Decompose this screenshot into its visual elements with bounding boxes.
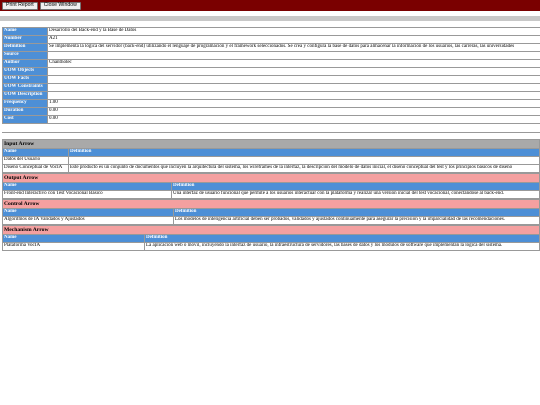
detail-label: Source [2, 51, 48, 60]
input-col-definition: Definition [67, 148, 540, 157]
activity-details-table: Name Desarrollo del Back-end y la Base de… [2, 27, 540, 124]
detail-row: Name Desarrollo del Back-end y la Base de… [2, 27, 540, 36]
input-arrow-title: Input Arrow [1, 139, 540, 149]
control-col-name: Name [2, 208, 174, 217]
detail-value: 0.00 [47, 107, 540, 116]
detail-value [47, 51, 540, 60]
input-row-definition: Este producto es un conjunto de document… [67, 164, 540, 173]
detail-label: Author [2, 59, 48, 68]
detail-value: 1.00 [47, 99, 540, 108]
table-row: Algoritmos de IA Validados y Ajustados L… [2, 216, 540, 225]
output-arrow-table: Output Arrow Name Definition Front-end I… [2, 173, 540, 199]
detail-value: Se implementa la lógica del servidor (ba… [47, 43, 540, 52]
detail-label: Duration [2, 107, 48, 116]
top-toolbar: Print Report Close Window [0, 0, 540, 11]
detail-value [47, 75, 540, 84]
detail-row: UOW Objects [2, 67, 540, 76]
detail-row: Number A21 [2, 35, 540, 44]
mechanism-arrow-title: Mechanism Arrow [2, 225, 540, 235]
output-col-name: Name [2, 182, 172, 191]
table-row: Plataforma VocIA La aplicación web o móv… [2, 242, 540, 251]
control-arrow-title: Control Arrow [2, 199, 540, 209]
detail-row: Source [2, 51, 540, 60]
table-row: Diseño Conceptual de VocIA Este producto… [2, 164, 540, 173]
output-row-name: Front-end Interactivo con Test Vocaciona… [2, 190, 172, 199]
output-col-definition: Definition [171, 182, 540, 191]
control-row-definition: Los modelos de inteligencia artificial d… [173, 216, 540, 225]
detail-row: Duration 0.00 [2, 107, 540, 116]
detail-label: UOW Constraints [2, 83, 48, 92]
close-window-button[interactable]: Close Window [39, 1, 81, 10]
detail-value [47, 67, 540, 76]
detail-label: Cost [2, 115, 48, 124]
detail-label: UOW Description [2, 91, 48, 100]
input-col-name: Name [2, 148, 69, 157]
detail-row: UOW Constraints [2, 83, 540, 92]
detail-row: Author Chanthotec [2, 59, 540, 68]
mechanism-col-definition: Definition [144, 234, 540, 243]
input-row-definition [67, 156, 540, 165]
input-row-name: Diseño Conceptual de VocIA [2, 164, 69, 173]
report-content: Name Desarrollo del Back-end y la Base de… [1, 27, 540, 251]
mechanism-row-name: Plataforma VocIA [2, 242, 145, 251]
mechanism-col-name: Name [2, 234, 145, 243]
detail-value: Chanthotec [47, 59, 540, 68]
detail-value: 0.00 [47, 115, 540, 124]
output-arrow-title: Output Arrow [2, 173, 540, 183]
detail-row: Cost 0.00 [2, 115, 540, 124]
mechanism-arrow-table: Mechanism Arrow Name Definition Platafor… [2, 225, 540, 251]
output-row-definition: Una interfaz de usuario funcional que pe… [171, 190, 540, 199]
header-separator [0, 16, 540, 21]
control-col-definition: Definition [173, 208, 540, 217]
detail-value: A21 [47, 35, 540, 44]
detail-label: Name [2, 27, 48, 36]
detail-label: UOW Facts [2, 75, 48, 84]
detail-row: UOW Description [2, 91, 540, 100]
detail-row: Frequency 1.00 [2, 99, 540, 108]
control-arrow-table: Control Arrow Name Definition Algoritmos… [2, 199, 540, 225]
input-arrow-table: Input Arrow Name Definition Datos del Us… [1, 139, 540, 173]
detail-value: Desarrollo del Back-end y la Base de Dat… [47, 27, 540, 36]
detail-row: Definition Se implementa la lógica del se… [2, 43, 540, 52]
table-row: Front-end Interactivo con Test Vocaciona… [2, 190, 540, 199]
detail-label: Definition [2, 43, 48, 52]
mechanism-row-definition: La aplicación web o móvil, incluyendo la… [144, 242, 540, 251]
detail-value [47, 83, 540, 92]
control-row-name: Algoritmos de IA Validados y Ajustados [2, 216, 174, 225]
detail-row: UOW Facts [2, 75, 540, 84]
detail-label: UOW Objects [2, 67, 48, 76]
detail-label: Number [2, 35, 48, 44]
detail-value [47, 91, 540, 100]
table-row: Datos del Usuario [2, 156, 540, 165]
input-row-name: Datos del Usuario [2, 156, 69, 165]
detail-label: Frequency [2, 99, 48, 108]
print-report-button[interactable]: Print Report [2, 1, 38, 10]
